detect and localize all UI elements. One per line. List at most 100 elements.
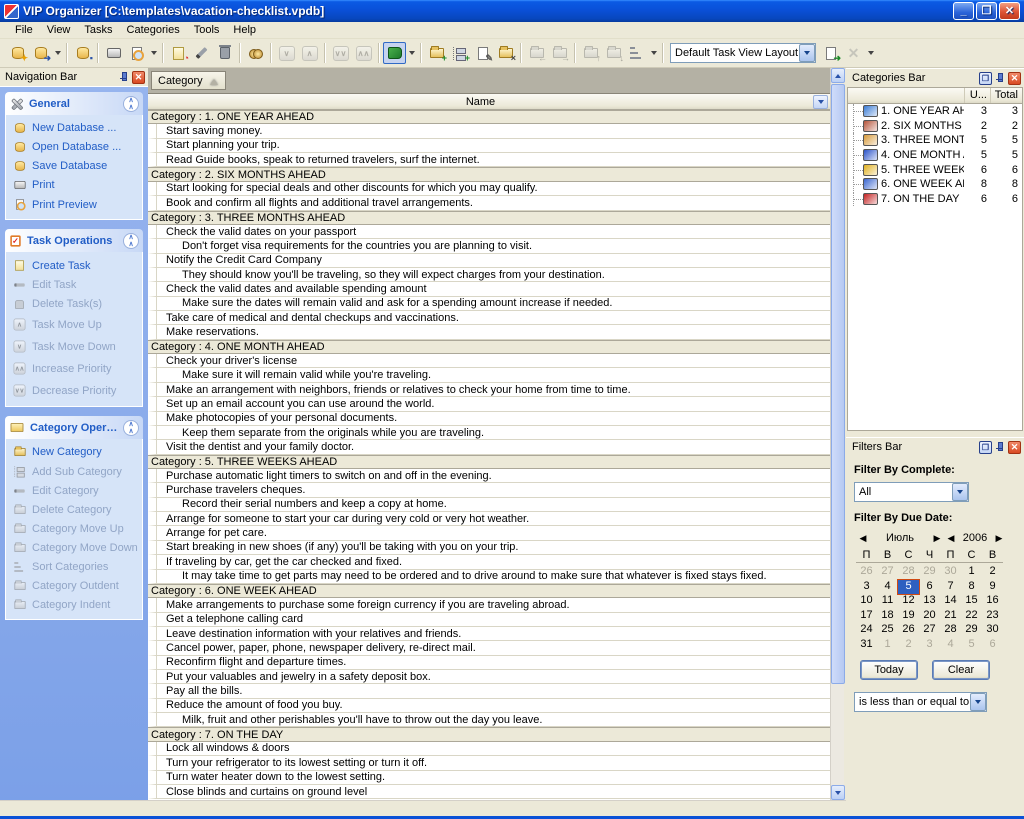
calendar-day[interactable]: 4 [877,580,898,595]
calendar-day[interactable]: 26 [856,565,877,580]
find-button[interactable] [244,42,267,64]
dropdown-arrow-icon[interactable] [865,42,876,64]
calendar-day[interactable]: 17 [856,609,877,624]
calendar-day[interactable]: 28 [898,565,919,580]
category-group-row[interactable]: Category : 2. SIX MONTHS AHEAD [148,167,830,181]
nav-item-create-task[interactable]: Create Task [12,259,140,272]
category-group-row[interactable]: Category : 4. ONE MONTH AHEAD [148,340,830,354]
chevron-up-icon[interactable]: ∧∧ [123,96,139,112]
calendar-day[interactable]: 9 [982,580,1003,595]
new-database-button[interactable]: ✦ [6,42,29,64]
calendar-day[interactable]: 3 [856,580,877,595]
task-row[interactable]: Leave destination information with your … [148,627,830,641]
task-row[interactable]: Milk, fruit and other perishables you'll… [148,713,830,727]
task-row[interactable]: Purchase travelers cheques. [148,483,830,497]
minimize-button[interactable]: _ [953,2,974,20]
calendar-day[interactable]: 14 [940,594,961,609]
task-row[interactable]: Turn water heater down to the lowest set… [148,771,830,785]
calendar-day[interactable]: 2 [898,638,919,653]
calendar-day[interactable]: 6 [919,580,940,595]
titlebar[interactable]: VIP Organizer [C:\templates\vacation-che… [0,0,1024,22]
calendar-day[interactable]: 2 [982,565,1003,580]
task-row[interactable]: It may take time to get parts may need t… [148,570,830,584]
nav-section-header-general[interactable]: General∧∧ [5,92,143,115]
column-filter-dropdown[interactable] [813,95,828,109]
save-database-button[interactable]: ▪ [71,42,94,64]
task-row[interactable]: Arrange for pet care. [148,526,830,540]
save-layout-button[interactable]: ➜ [819,42,842,64]
menu-item-view[interactable]: View [40,23,78,37]
task-row[interactable]: Get a telephone calling card [148,613,830,627]
dropdown-arrow-icon[interactable] [406,42,417,64]
nav-item-print-preview[interactable]: Print Preview [12,198,140,211]
calendar-day[interactable]: 18 [877,609,898,624]
calendar-day[interactable]: 30 [940,565,961,580]
task-row[interactable]: Make sure the dates will remain valid an… [148,297,830,311]
task-view-layout-select[interactable]: Default Task View Layout [670,43,816,63]
task-row[interactable]: Start planning your trip. [148,139,830,153]
calendar-day[interactable]: 26 [898,623,919,638]
calendar-day[interactable]: 29 [961,623,982,638]
filters-bar-float-icon[interactable]: ❐ [979,441,992,454]
task-row[interactable]: Take care of medical and dental checkups… [148,311,830,325]
task-row[interactable]: Make sure it will remain valid while you… [148,368,830,382]
calendar-day[interactable]: 3 [919,638,940,653]
task-row[interactable]: Arrange for someone to start your car du… [148,512,830,526]
unread-column-header[interactable]: U... [964,88,990,103]
nav-item-save-database[interactable]: Save Database [12,160,140,172]
calendar-day[interactable]: 23 [982,609,1003,624]
categories-bar-float-icon[interactable]: ❐ [979,72,992,85]
prev-year-icon[interactable]: ◀ [944,533,958,544]
today-button[interactable]: Today [860,660,918,680]
calendar-day[interactable]: 25 [877,623,898,638]
calendar-selected-day[interactable]: 5 [898,580,919,595]
chevron-down-icon[interactable] [970,693,986,711]
task-row[interactable]: Don't forget visa requirements for the c… [148,239,830,253]
categories-bar-close-icon[interactable]: ✕ [1008,72,1021,85]
category-list-item[interactable]: 6. ONE WEEK AHEAD88 [848,177,1022,192]
task-row[interactable]: Start breaking in new shoes (if any) you… [148,541,830,555]
category-list-item[interactable]: 7. ON THE DAY66 [848,192,1022,207]
category-list-item[interactable]: 5. THREE WEEKS AHEAD66 [848,162,1022,177]
delete-category-button[interactable]: × [494,42,517,64]
task-row[interactable]: Start looking for special deals and othe… [148,182,830,196]
next-month-icon[interactable]: ▶ [930,533,944,544]
task-row[interactable]: Start saving money. [148,124,830,138]
calendar-day[interactable]: 7 [940,580,961,595]
print-preview-button[interactable] [125,42,148,64]
vertical-scrollbar[interactable] [830,68,844,800]
task-row[interactable]: Check the valid dates on your passport [148,225,830,239]
calendar-day[interactable]: 21 [940,609,961,624]
category-list-item[interactable]: 2. SIX MONTHS AHEAD22 [848,119,1022,134]
category-group-row[interactable]: Category : 6. ONE WEEK AHEAD [148,584,830,598]
sort-categories-button[interactable] [625,42,648,64]
calendar-day[interactable]: 30 [982,623,1003,638]
calendar-day[interactable]: 1 [961,565,982,580]
calendar-day[interactable]: 31 [856,638,877,653]
edit-task-button[interactable] [190,42,213,64]
category-group-row[interactable]: Category : 3. THREE MONTHS AHEAD [148,211,830,225]
create-task-button[interactable]: ◔ [167,42,190,64]
task-row[interactable]: Notify the Credit Card Company [148,254,830,268]
task-row[interactable]: Check your driver's license [148,354,830,368]
delete-task-button[interactable] [213,42,236,64]
menu-item-help[interactable]: Help [226,23,263,37]
group-by-category-button[interactable]: Category [151,71,226,90]
pin-icon[interactable] [118,72,129,83]
task-row[interactable]: Make photocopies of your personal docume… [148,412,830,426]
task-row[interactable]: Cancel power, paper, phone, newspaper de… [148,641,830,655]
total-column-header[interactable]: Total [990,88,1022,103]
category-group-row[interactable]: Category : 5. THREE WEEKS AHEAD [148,455,830,469]
category-group-row[interactable]: Category : 7. ON THE DAY [148,727,830,741]
add-sub-category-button[interactable]: + [448,42,471,64]
task-row[interactable]: Read Guide books, speak to returned trav… [148,153,830,167]
task-row[interactable]: Set up an email account you can use arou… [148,397,830,411]
menu-item-tools[interactable]: Tools [187,23,227,37]
scroll-down-icon[interactable] [831,785,845,800]
task-row[interactable]: Lock all windows & doors [148,742,830,756]
scrollbar-thumb[interactable] [831,84,845,684]
navigation-bar-close-icon[interactable]: ✕ [132,71,145,84]
complete-filter-select[interactable]: All [854,482,969,502]
task-row[interactable]: Check the valid dates and available spen… [148,282,830,296]
category-list-item[interactable]: 3. THREE MONTHS AHEAD55 [848,133,1022,148]
